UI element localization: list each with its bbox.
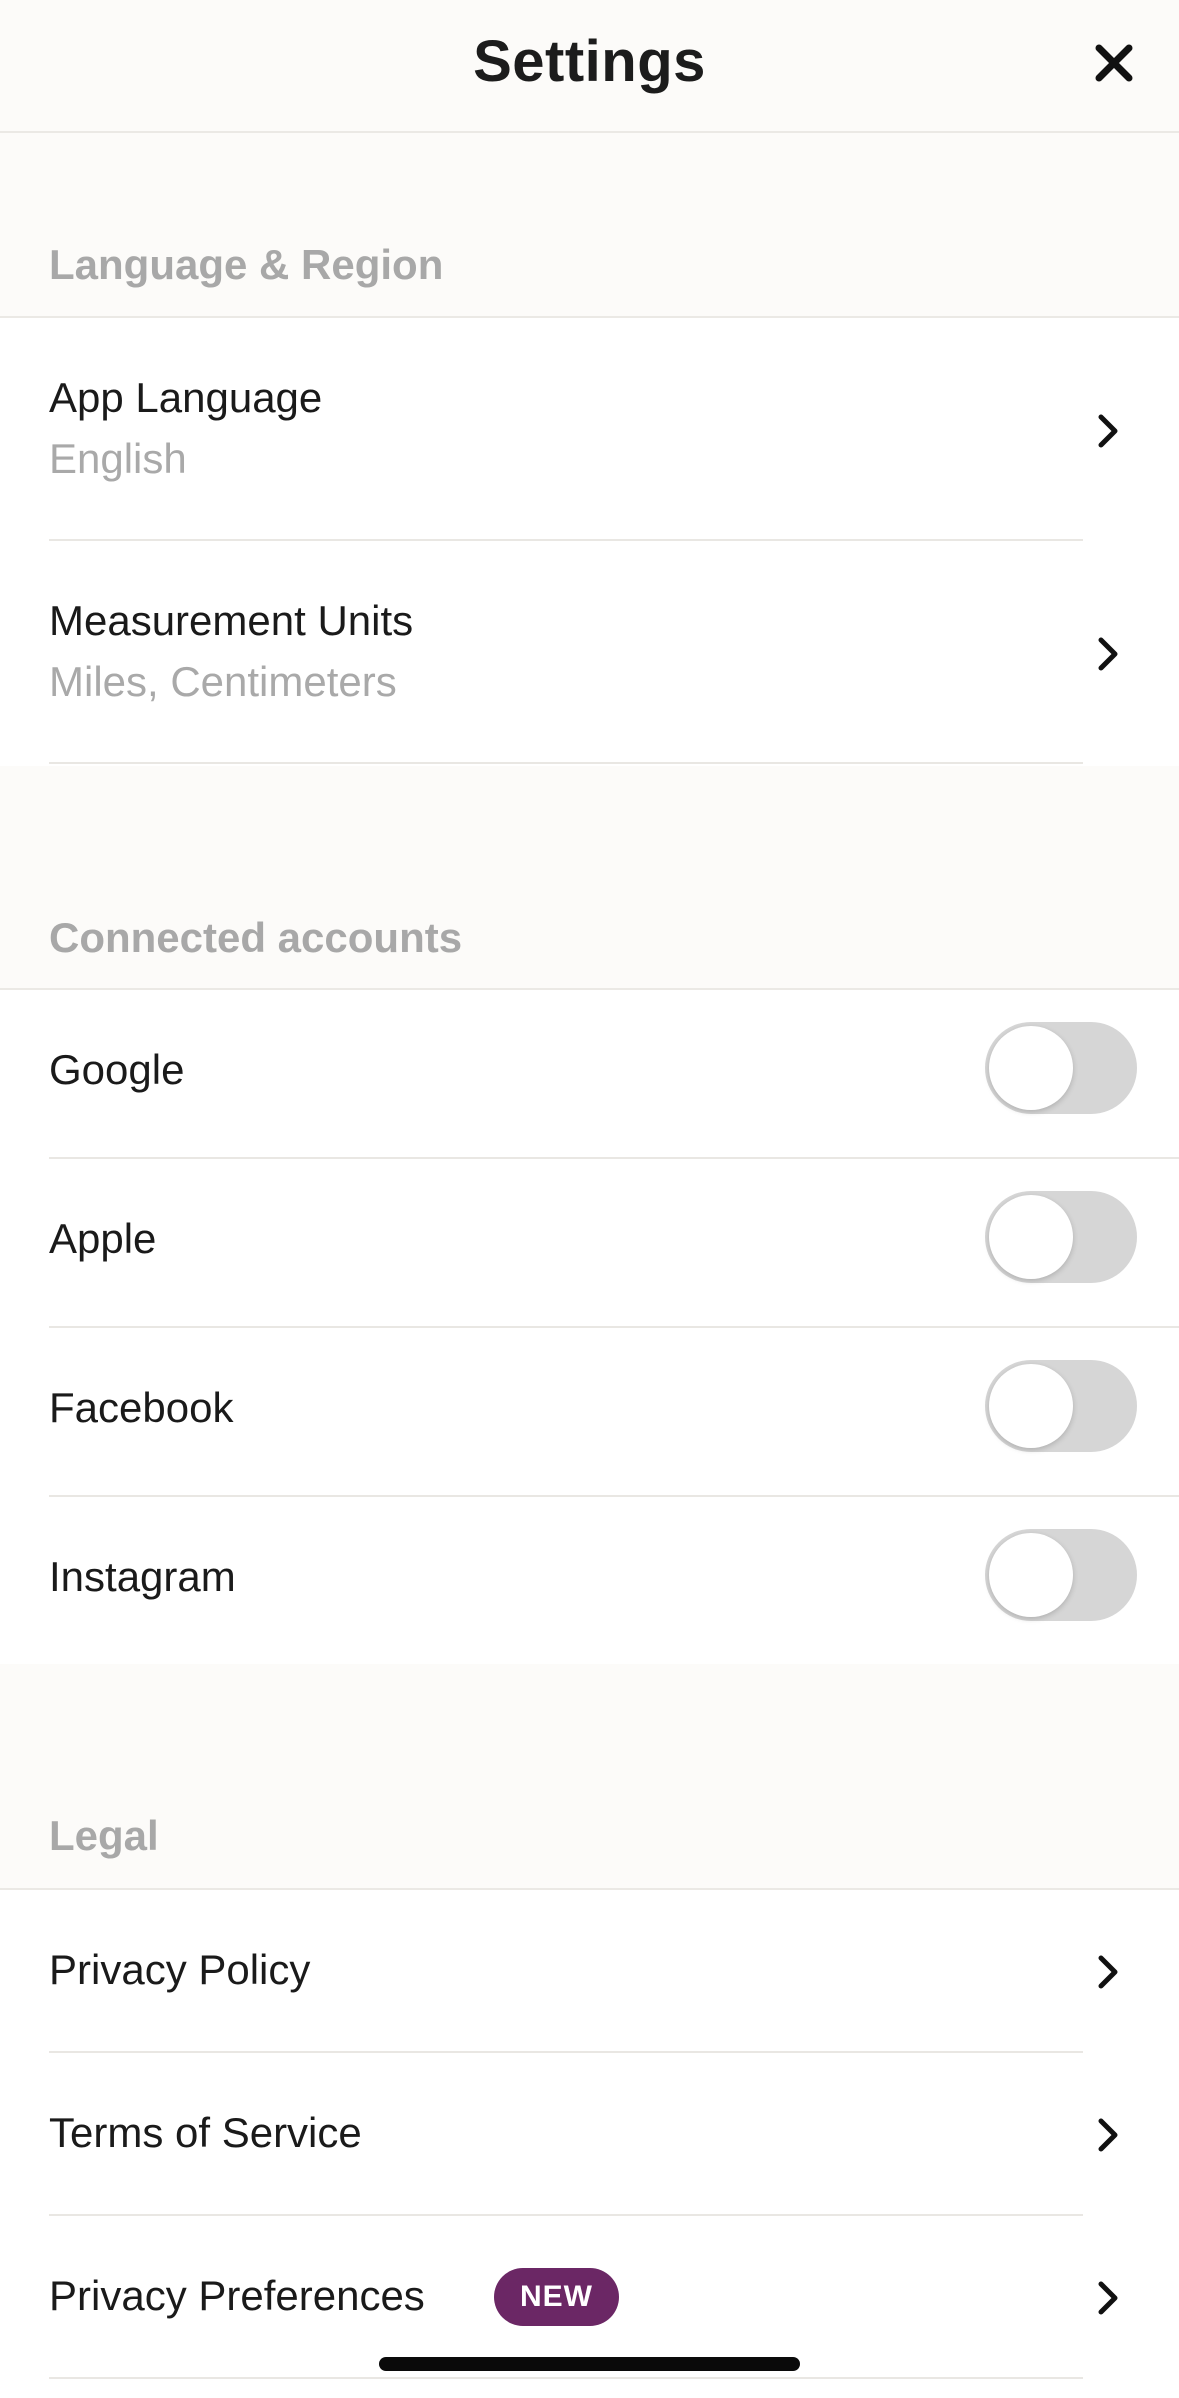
section-legal: Legal [0, 1664, 1179, 1888]
toggle-knob [989, 1364, 1073, 1448]
toggle-knob [989, 1195, 1073, 1279]
language-region-group: App Language English Measurement Units M… [0, 316, 1179, 768]
section-language-region: Language & Region [0, 133, 1179, 316]
close-button[interactable] [1089, 38, 1139, 88]
instagram-label: Instagram [49, 1553, 236, 1600]
privacy-preferences-row[interactable]: Privacy Preferences NEW [0, 2216, 1179, 2379]
app-language-label: App Language [49, 374, 323, 421]
legal-group: Privacy Policy Terms of Service Privacy … [0, 1888, 1179, 2398]
app-language-row[interactable]: App Language English [0, 318, 1179, 541]
facebook-account-row: Facebook [0, 1328, 1179, 1497]
privacy-policy-label: Privacy Policy [49, 1946, 311, 1993]
measurement-units-row[interactable]: Measurement Units Miles, Centimeters [0, 541, 1179, 764]
section-connected-accounts: Connected accounts [0, 766, 1179, 988]
terms-of-service-row[interactable]: Terms of Service [0, 2053, 1179, 2216]
apple-account-row: Apple [0, 1159, 1179, 1328]
section-title-legal: Legal [49, 1812, 159, 1859]
chevron-right-icon [1098, 2281, 1118, 2315]
app-language-value: English [49, 435, 187, 482]
home-indicator[interactable] [379, 2357, 800, 2371]
divider [49, 762, 1083, 764]
privacy-policy-row[interactable]: Privacy Policy [0, 1890, 1179, 2053]
divider [49, 2377, 1083, 2379]
section-title-language-region: Language & Region [49, 241, 444, 288]
measurement-units-label: Measurement Units [49, 597, 414, 644]
toggle-knob [989, 1026, 1073, 1110]
new-badge: NEW [494, 2268, 619, 2326]
measurement-units-value: Miles, Centimeters [49, 658, 397, 705]
chevron-right-icon [1098, 414, 1118, 448]
chevron-right-icon [1098, 1955, 1118, 1989]
google-account-row: Google [0, 990, 1179, 1159]
section-title-connected-accounts: Connected accounts [49, 914, 463, 961]
instagram-account-row: Instagram [0, 1497, 1179, 1666]
close-icon [1095, 44, 1133, 82]
google-label: Google [49, 1046, 185, 1093]
header-bar: Settings [0, 0, 1179, 133]
toggle-knob [989, 1533, 1073, 1617]
connected-accounts-group: Google Apple Facebook Instagram [0, 988, 1179, 1666]
chevron-right-icon [1098, 2118, 1118, 2152]
facebook-label: Facebook [49, 1384, 234, 1431]
google-toggle[interactable] [985, 1022, 1137, 1114]
chevron-right-icon [1098, 637, 1118, 671]
terms-of-service-label: Terms of Service [49, 2109, 362, 2156]
privacy-preferences-label: Privacy Preferences [49, 2272, 425, 2319]
apple-label: Apple [49, 1215, 157, 1262]
page-title: Settings [473, 29, 706, 94]
apple-toggle[interactable] [985, 1191, 1137, 1283]
facebook-toggle[interactable] [985, 1360, 1137, 1452]
instagram-toggle[interactable] [985, 1529, 1137, 1621]
